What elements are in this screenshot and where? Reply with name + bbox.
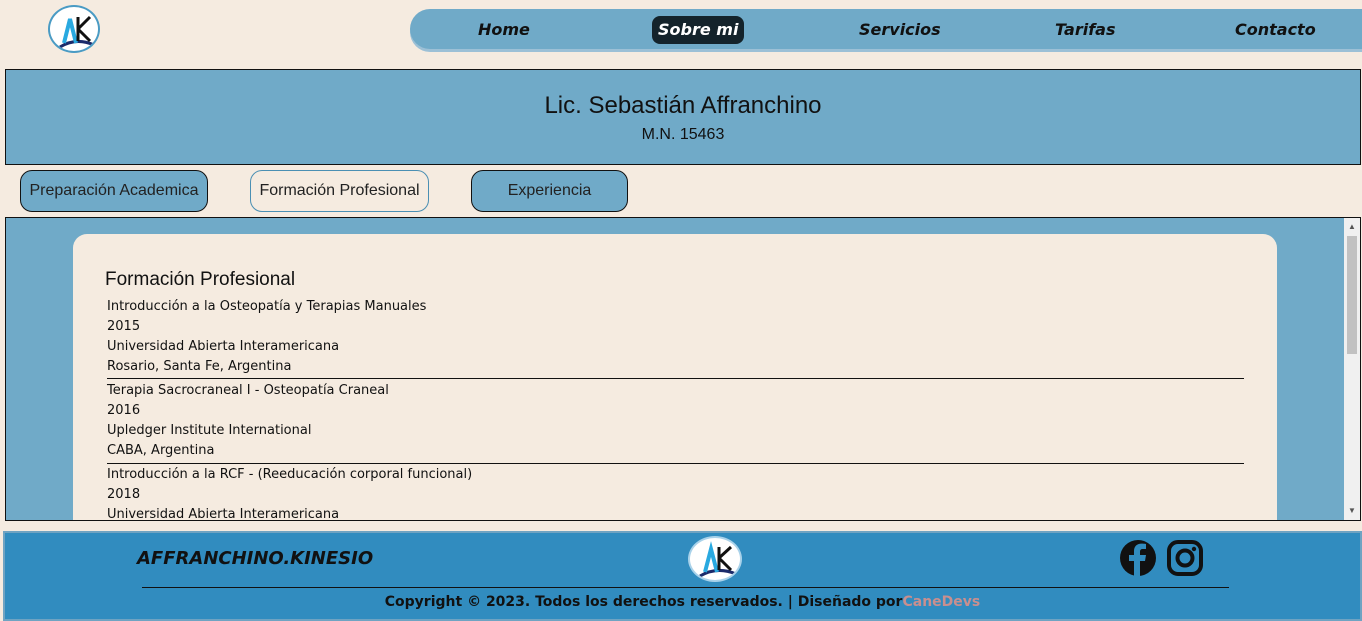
profile-name: Lic. Sebastián Affranchino <box>544 92 822 119</box>
main-navbar: Home Sobre mi Servicios Tarifas Contacto <box>410 9 1362 49</box>
scrollbar-thumb[interactable] <box>1347 236 1357 354</box>
nav-contacto[interactable]: Contacto <box>1229 16 1322 44</box>
scroll-up-icon[interactable]: ▲ <box>1344 220 1360 234</box>
facebook-icon[interactable] <box>1119 539 1157 577</box>
nav-servicios[interactable]: Servicios <box>853 16 947 44</box>
list-item: Terapia Sacrocraneal I - Osteopatía Cran… <box>107 381 1244 464</box>
copyright-text: Copyright © 2023. Todos los derechos res… <box>5 594 1360 610</box>
site-footer: AFFRANCHINO.KINESIO Copyright © 2023. To… <box>3 531 1362 621</box>
nav-home[interactable]: Home <box>472 16 536 44</box>
vertical-scrollbar[interactable]: ▲ ▼ <box>1344 218 1360 520</box>
course-name: Introducción a la Osteopatía y Terapias … <box>107 299 427 314</box>
copyright-label: Copyright © 2023. Todos los derechos res… <box>384 594 903 610</box>
footer-brand: AFFRANCHINO.KINESIO <box>137 548 374 569</box>
course-location: CABA, Argentina <box>107 443 215 458</box>
designer-link[interactable]: CaneDevs <box>902 594 980 610</box>
content-panel[interactable]: Formación Profesional Introducción a la … <box>5 217 1361 521</box>
profile-registration: M.N. 15463 <box>641 126 725 143</box>
instagram-icon[interactable] <box>1166 539 1204 577</box>
course-institution: Upledger Institute International <box>107 423 312 438</box>
course-year: 2018 <box>107 487 141 502</box>
section-title: Formación Profesional <box>105 269 296 290</box>
tab-preparacion-academica[interactable]: Preparación Academica <box>20 170 208 212</box>
scroll-down-icon[interactable]: ▼ <box>1344 504 1360 518</box>
footer-logo[interactable] <box>688 536 742 582</box>
tab-formacion-profesional[interactable]: Formación Profesional <box>250 170 429 212</box>
course-institution: Universidad Abierta Interamericana <box>107 507 340 521</box>
profile-header: Lic. Sebastián Affranchino M.N. 15463 <box>5 69 1361 165</box>
list-item: Introducción a la Osteopatía y Terapias … <box>107 297 1244 379</box>
course-institution: Universidad Abierta Interamericana <box>107 339 340 354</box>
nav-sobre-mi[interactable]: Sobre mi <box>652 16 745 44</box>
site-logo[interactable] <box>48 5 100 53</box>
course-name: Terapia Sacrocraneal I - Osteopatía Cran… <box>107 383 389 398</box>
nav-tarifas[interactable]: Tarifas <box>1049 16 1121 44</box>
logo-image <box>699 541 737 578</box>
logo-image <box>59 15 95 49</box>
tab-experiencia-laboral[interactable]: Experiencia Laboral <box>471 170 628 239</box>
course-name: Introducción a la RCF - (Reeducación cor… <box>107 467 473 482</box>
course-location: Rosario, Santa Fe, Argentina <box>107 359 292 374</box>
training-card: Formación Profesional Introducción a la … <box>73 234 1277 521</box>
footer-divider <box>142 587 1229 588</box>
list-item: Introducción a la RCF - (Reeducación cor… <box>107 465 1244 521</box>
course-year: 2016 <box>107 403 141 418</box>
course-year: 2015 <box>107 319 141 334</box>
